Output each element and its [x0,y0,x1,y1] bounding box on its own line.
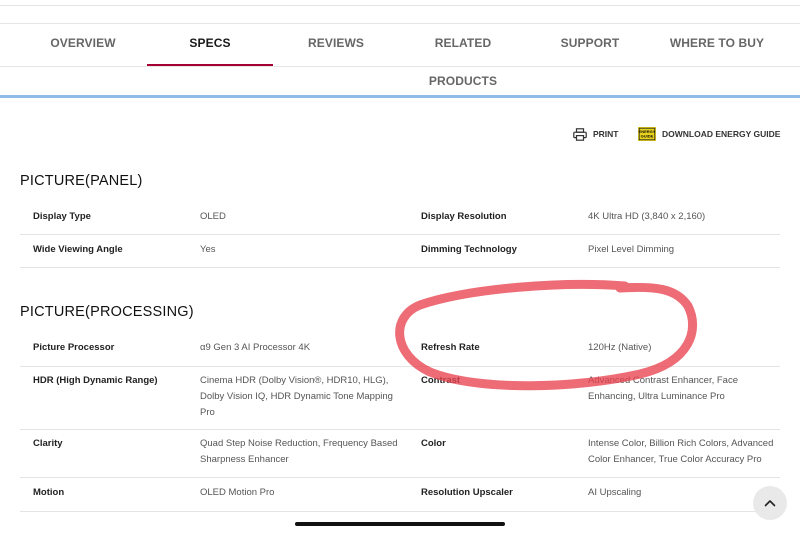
tab-support[interactable]: SUPPORT [527,24,653,64]
spec-value: 120Hz (Native) [588,342,652,353]
spec-row: HDR (High Dynamic Range) Cinema HDR (Dol… [20,366,780,430]
print-button[interactable]: PRINT [573,126,619,142]
energy-icon-text-bottom: GUIDE [641,134,654,139]
spec-label: Motion [33,487,65,498]
energy-guide-label: DOWNLOAD ENERGY GUIDE [662,129,781,139]
spec-label: Contrast [421,375,461,386]
home-indicator [295,522,505,526]
section-title-picture-processing: PICTURE(PROCESSING) [20,304,194,320]
spec-row: Picture Processor α9 Gen 3 AI Processor … [20,332,780,367]
scroll-to-top-button[interactable] [753,486,787,520]
spec-label: Clarity [33,438,63,449]
spec-value: OLED [200,211,226,222]
spec-tabs: OVERVIEW SPECS REVIEWS RELATED PRODUCTS … [0,23,800,88]
tab-where-to-buy[interactable]: WHERE TO BUY [653,24,781,64]
spec-label: HDR (High Dynamic Range) [33,375,158,386]
spec-row: Display Type OLED Display Resolution 4K … [20,201,780,235]
tab-related-products[interactable]: RELATED PRODUCTS [399,24,527,88]
spec-label: Dimming Technology [421,244,517,255]
section-title-picture-panel: PICTURE(PANEL) [20,173,143,189]
spec-label: Color [421,438,446,449]
tab-overview[interactable]: OVERVIEW [20,24,146,64]
spec-value: Yes [200,244,216,255]
chevron-up-icon [764,494,776,512]
spec-label: Resolution Upscaler [421,487,513,498]
spec-value: 4K Ultra HD (3,840 x 2,160) [588,211,706,222]
section-divider-band [0,95,800,98]
spec-label: Picture Processor [33,342,115,353]
spec-value: Quad Step Noise Reduction, Frequency Bas… [200,438,398,465]
download-energy-guide-link[interactable]: ENERGY GUIDE DOWNLOAD ENERGY GUIDE [638,126,780,142]
spec-value: Intense Color, Billion Rich Colors, Adva… [588,438,774,465]
top-divider [0,0,800,6]
spec-label: Display Resolution [421,211,507,222]
spec-value: Pixel Level Dimming [588,244,675,255]
tab-reviews[interactable]: REVIEWS [273,24,399,64]
spec-label: Wide Viewing Angle [33,244,123,255]
spec-value: α9 Gen 3 AI Processor 4K [200,342,311,353]
spec-label: Display Type [33,211,91,222]
spec-label: Refresh Rate [421,342,480,353]
spec-row: Motion OLED Motion Pro Resolution Upscal… [20,477,780,512]
spec-value: Cinema HDR (Dolby Vision®, HDR10, HLG), … [200,375,393,418]
printer-icon [573,127,587,141]
spec-row: Clarity Quad Step Noise Reduction, Frequ… [20,429,780,478]
print-label: PRINT [593,129,619,139]
spec-value: AI Upscaling [588,487,642,498]
energy-guide-icon: ENERGY GUIDE [638,127,656,141]
spec-value: OLED Motion Pro [200,487,275,498]
spec-row: Wide Viewing Angle Yes Dimming Technolog… [20,234,780,268]
tab-specs[interactable]: SPECS [147,24,273,66]
spec-value: Advanced Contrast Enhancer, Face Enhanci… [588,375,738,402]
